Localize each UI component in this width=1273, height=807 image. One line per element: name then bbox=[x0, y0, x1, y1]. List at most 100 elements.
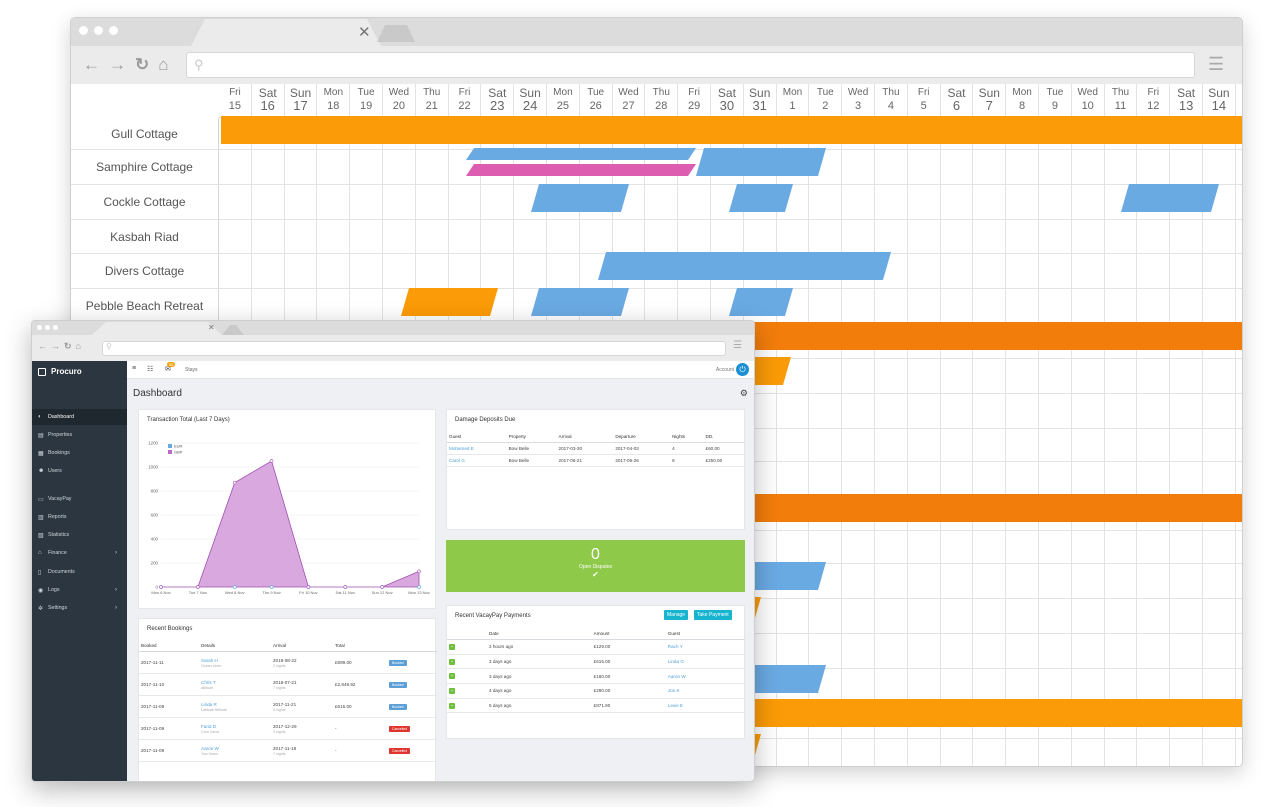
calendar-cell[interactable] bbox=[1137, 634, 1171, 669]
calendar-cell[interactable] bbox=[1006, 531, 1039, 564]
calendar-cell[interactable] bbox=[448, 220, 482, 254]
guest-name-link[interactable]: Sarah H bbox=[201, 658, 218, 663]
calendar-cell[interactable] bbox=[383, 220, 416, 254]
brand[interactable]: Procuro bbox=[38, 367, 82, 376]
calendar-cell[interactable] bbox=[842, 634, 875, 669]
close-tab-icon[interactable]: ✕ bbox=[208, 323, 215, 332]
calendar-cell[interactable] bbox=[1071, 150, 1105, 185]
calendar-cell[interactable] bbox=[907, 599, 941, 634]
calendar-cell[interactable] bbox=[809, 359, 843, 394]
table-cell[interactable]: Carol G bbox=[447, 454, 507, 467]
calendar-cell[interactable] bbox=[1006, 739, 1039, 766]
calendar-cell[interactable] bbox=[1235, 634, 1242, 669]
calendar-cell[interactable] bbox=[1235, 531, 1242, 564]
address-bar[interactable] bbox=[102, 341, 726, 356]
calendar-cell[interactable] bbox=[317, 254, 351, 289]
calendar-cell[interactable] bbox=[317, 185, 351, 220]
property-row-label[interactable]: Kasbah Riad bbox=[71, 220, 219, 254]
calendar-cell[interactable] bbox=[1170, 394, 1203, 429]
calendar-cell[interactable] bbox=[1170, 359, 1203, 394]
calendar-cell[interactable] bbox=[776, 599, 810, 634]
data-point[interactable] bbox=[343, 585, 348, 589]
calendar-cell[interactable] bbox=[1235, 394, 1242, 429]
calendar-cell[interactable] bbox=[907, 429, 941, 462]
sidebar-item-bookings[interactable]: ▦ Bookings bbox=[32, 445, 127, 461]
minimize-window-dot[interactable] bbox=[45, 325, 50, 330]
calendar-cell[interactable] bbox=[875, 394, 908, 429]
data-point[interactable] bbox=[306, 585, 311, 589]
calendar-cell[interactable] bbox=[973, 669, 1007, 704]
calendar-cell[interactable] bbox=[1170, 564, 1203, 599]
calendar-cell[interactable] bbox=[251, 220, 285, 254]
calendar-cell[interactable] bbox=[940, 150, 974, 185]
calendar-cell[interactable] bbox=[1235, 289, 1242, 324]
calendar-cell[interactable] bbox=[907, 564, 941, 599]
calendar-cell[interactable] bbox=[1071, 669, 1105, 704]
calendar-cell[interactable] bbox=[907, 634, 941, 669]
calendar-cell[interactable] bbox=[612, 220, 646, 254]
data-point[interactable] bbox=[196, 585, 200, 589]
calendar-cell[interactable] bbox=[1039, 359, 1072, 394]
calendar-cell[interactable] bbox=[809, 531, 843, 564]
calendar-cell[interactable] bbox=[973, 254, 1007, 289]
calendar-cell[interactable] bbox=[284, 220, 318, 254]
calendar-cell[interactable] bbox=[579, 220, 613, 254]
sidebar-item-statistics[interactable]: ▧ Statistics bbox=[32, 527, 127, 543]
back-arrow-icon[interactable]: ← bbox=[83, 55, 100, 75]
calendar-cell[interactable] bbox=[1203, 531, 1236, 564]
calendar-cell[interactable] bbox=[1137, 429, 1171, 462]
calendar-cell[interactable] bbox=[1104, 359, 1138, 394]
guest-name-link[interactable]: Aaron W bbox=[201, 746, 219, 751]
calendar-cell[interactable] bbox=[973, 739, 1007, 766]
new-tab-button[interactable] bbox=[377, 25, 415, 42]
calendar-cell[interactable] bbox=[1104, 289, 1138, 324]
calendar-cell[interactable] bbox=[875, 429, 908, 462]
calendar-cell[interactable] bbox=[1006, 150, 1039, 185]
calendar-cell[interactable] bbox=[1039, 634, 1072, 669]
calendar-cell[interactable] bbox=[973, 429, 1007, 462]
calendar-cell[interactable] bbox=[875, 185, 908, 220]
calendar-cell[interactable] bbox=[1071, 185, 1105, 220]
reload-icon[interactable]: ↻ bbox=[135, 55, 149, 75]
calendar-cell[interactable] bbox=[1006, 394, 1039, 429]
calendar-cell[interactable] bbox=[1170, 739, 1203, 766]
property-row-label[interactable]: Gull Cottage bbox=[71, 118, 219, 150]
calendar-cell[interactable] bbox=[1137, 254, 1171, 289]
calendar-cell[interactable] bbox=[907, 150, 941, 185]
calendar-cell[interactable] bbox=[973, 564, 1007, 599]
gear-icon[interactable]: ⚙ bbox=[740, 388, 748, 399]
calendar-cell[interactable] bbox=[1235, 220, 1242, 254]
calendar-cell[interactable] bbox=[809, 462, 843, 496]
calendar-cell[interactable] bbox=[809, 394, 843, 429]
sidebar-item-vacaypay[interactable]: ▭ VacayPay bbox=[32, 491, 127, 507]
calendar-cell[interactable] bbox=[940, 564, 974, 599]
close-window-dot[interactable] bbox=[79, 26, 88, 35]
property-row-label[interactable]: Samphire Cottage bbox=[71, 150, 219, 185]
calendar-cell[interactable] bbox=[1104, 564, 1138, 599]
calendar-cell[interactable] bbox=[842, 669, 875, 704]
calendar-cell[interactable] bbox=[842, 599, 875, 634]
calendar-cell[interactable] bbox=[809, 634, 843, 669]
calendar-cell[interactable] bbox=[1039, 599, 1072, 634]
calendar-cell[interactable] bbox=[907, 359, 941, 394]
calendar-cell[interactable] bbox=[1006, 669, 1039, 704]
calendar-cell[interactable] bbox=[907, 394, 941, 429]
calendar-cell[interactable] bbox=[1104, 254, 1138, 289]
calendar-cell[interactable] bbox=[481, 185, 515, 220]
calendar-cell[interactable] bbox=[1006, 254, 1039, 289]
calendar-cell[interactable] bbox=[1170, 634, 1203, 669]
calendar-cell[interactable] bbox=[940, 429, 974, 462]
calendar-cell[interactable] bbox=[1104, 150, 1138, 185]
calendar-cell[interactable] bbox=[1203, 220, 1236, 254]
calendar-cell[interactable] bbox=[219, 220, 252, 254]
calendar-cell[interactable] bbox=[842, 564, 875, 599]
calendar-cell[interactable] bbox=[842, 185, 875, 220]
calendar-cell[interactable] bbox=[1203, 394, 1236, 429]
calendar-cell[interactable] bbox=[1071, 564, 1105, 599]
calendar-cell[interactable] bbox=[350, 254, 383, 289]
calendar-cell[interactable] bbox=[415, 185, 449, 220]
calendar-cell[interactable] bbox=[1104, 462, 1138, 496]
booking-bar[interactable] bbox=[731, 494, 1243, 522]
calendar-cell[interactable] bbox=[1203, 254, 1236, 289]
calendar-cell[interactable] bbox=[1104, 634, 1138, 669]
